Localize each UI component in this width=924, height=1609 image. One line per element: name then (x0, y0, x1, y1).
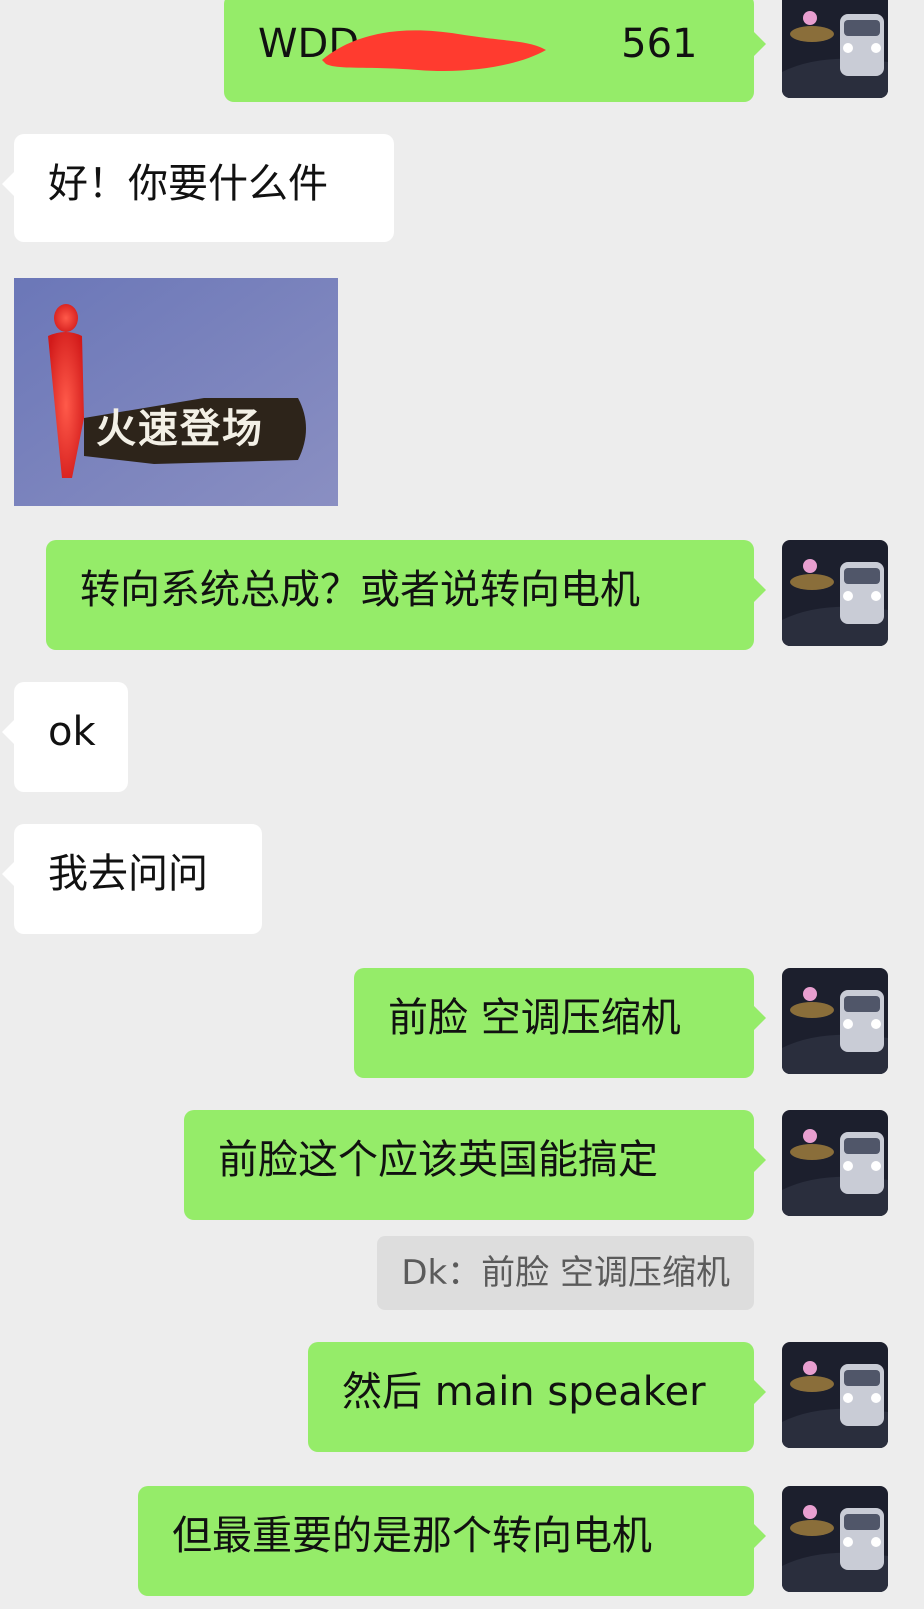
car-avatar-icon (782, 968, 888, 1074)
message-bubble-incoming[interactable]: 好！你要什么件 (2, 134, 394, 242)
avatar[interactable] (782, 0, 888, 98)
car-avatar-icon (782, 1110, 888, 1216)
sticker-image[interactable]: 火速登场 (14, 278, 338, 506)
message-bubble-outgoing[interactable]: 转向系统总成？或者说转向电机 (46, 540, 766, 650)
avatar[interactable] (782, 1486, 888, 1592)
message-text: 前脸这个应该英国能搞定 (218, 1137, 658, 1183)
message-bubble-incoming[interactable]: ok (2, 682, 128, 792)
avatar[interactable] (782, 1110, 888, 1216)
sticker-caption: 火速登场 (96, 405, 264, 452)
avatar[interactable] (782, 1342, 888, 1448)
message-text: 但最重要的是那个转向电机 (172, 1513, 652, 1559)
car-avatar-icon (782, 0, 888, 98)
message-text: 好！你要什么件 (48, 161, 328, 207)
car-avatar-icon (782, 1486, 888, 1592)
car-avatar-icon (782, 1342, 888, 1448)
avatar[interactable] (782, 540, 888, 646)
message-text: 转向系统总成？或者说转向电机 (80, 567, 640, 613)
message-bubble-outgoing[interactable]: 然后 main speaker (308, 1342, 766, 1452)
quoted-text: Dk：前脸 空调压缩机 (401, 1253, 730, 1293)
message-text-tail: 561 (621, 21, 698, 67)
message-text: 然后 main speaker (342, 1369, 706, 1415)
message-text: 前脸 空调压缩机 (388, 995, 681, 1041)
message-bubble-incoming[interactable]: 我去问问 (2, 824, 262, 934)
message-bubble-outgoing[interactable]: 前脸这个应该英国能搞定 (184, 1110, 766, 1220)
message-text: 我去问问 (48, 851, 208, 897)
redaction-scribble (322, 30, 546, 72)
car-avatar-icon (782, 540, 888, 646)
sticker-graphic (14, 278, 338, 506)
message-bubble-outgoing[interactable]: 前脸 空调压缩机 (354, 968, 766, 1078)
quoted-message[interactable]: Dk：前脸 空调压缩机 (377, 1236, 754, 1310)
message-bubble-outgoing[interactable]: 但最重要的是那个转向电机 (138, 1486, 766, 1596)
avatar[interactable] (782, 968, 888, 1074)
message-text: ok (48, 709, 96, 755)
